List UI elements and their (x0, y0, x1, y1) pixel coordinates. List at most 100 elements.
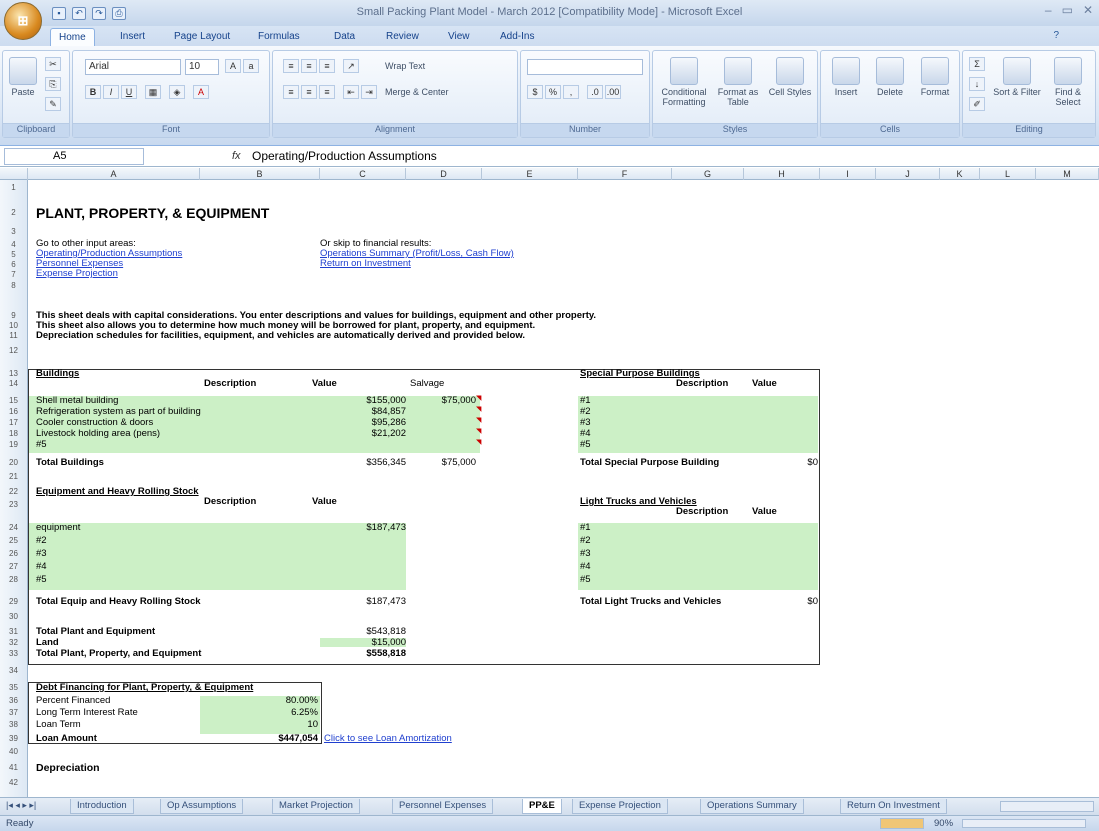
equipment-desc[interactable]: #5 (36, 575, 47, 585)
tab-insert[interactable]: Insert (112, 28, 153, 46)
row-header[interactable]: 42 (0, 778, 27, 788)
row-header[interactable]: 10 (0, 321, 27, 331)
delete-cells-button[interactable]: Delete (869, 57, 911, 97)
tab-formulas[interactable]: Formulas (250, 28, 308, 46)
align-left-icon[interactable]: ≡ (283, 85, 299, 99)
link-loan-amortization[interactable]: Click to see Loan Amortization (324, 734, 452, 744)
row-header[interactable]: 17 (0, 418, 27, 428)
column-header-f[interactable]: F (578, 168, 672, 180)
italic-icon[interactable]: I (103, 85, 119, 99)
currency-icon[interactable]: $ (527, 85, 543, 99)
worksheet-grid[interactable]: PLANT, PROPERTY, & EQUIPMENT Go to other… (28, 180, 1099, 797)
sheet-tab-return-on-investment[interactable]: Return On Investment (840, 799, 947, 814)
help-icon[interactable]: ? (1053, 30, 1059, 41)
fill-color-icon[interactable]: ◈ (169, 85, 185, 99)
tab-home[interactable]: Home (50, 28, 95, 46)
row-header[interactable]: 38 (0, 720, 27, 730)
bold-icon[interactable]: B (85, 85, 101, 99)
find-select-button[interactable]: Find & Select (1043, 57, 1093, 107)
orientation-icon[interactable]: ↗ (343, 59, 359, 73)
font-color-icon[interactable]: A (193, 85, 209, 99)
decrease-decimal-icon[interactable]: .00 (605, 85, 621, 99)
sheet-tab-expense-projection[interactable]: Expense Projection (572, 799, 668, 814)
building-desc[interactable]: Refrigeration system as part of building (36, 407, 201, 417)
tab-add-ins[interactable]: Add-Ins (492, 28, 542, 46)
row-header[interactable]: 15 (0, 396, 27, 406)
building-salvage[interactable]: $75,000 (406, 396, 476, 406)
sheet-tab-operations-summary[interactable]: Operations Summary (700, 799, 804, 814)
view-buttons[interactable] (880, 818, 924, 829)
sheet-tab-personnel-expenses[interactable]: Personnel Expenses (392, 799, 494, 814)
row-header[interactable]: 26 (0, 549, 27, 559)
link-return-on-investment[interactable]: Return on Investment (320, 259, 411, 269)
increase-indent-icon[interactable]: ⇥ (361, 85, 377, 99)
row-header[interactable]: 29 (0, 597, 27, 607)
borders-icon[interactable]: ▦ (145, 85, 161, 99)
percent-financed-value[interactable]: 80.00% (200, 696, 318, 706)
conditional-formatting-button[interactable]: Conditional Formatting (657, 57, 711, 107)
align-right-icon[interactable]: ≡ (319, 85, 335, 99)
align-center-icon[interactable]: ≡ (301, 85, 317, 99)
column-header-g[interactable]: G (672, 168, 744, 180)
truck-row[interactable]: #4 (580, 562, 591, 572)
row-header[interactable]: 25 (0, 536, 27, 546)
special-row[interactable]: #4 (580, 429, 591, 439)
row-header[interactable]: 5 (0, 250, 27, 260)
column-header-e[interactable]: E (482, 168, 578, 180)
building-value[interactable]: $95,286 (320, 418, 406, 428)
row-header[interactable]: 11 (0, 331, 27, 341)
sheet-tab-ppe[interactable]: PP&E (522, 799, 562, 814)
row-header[interactable]: 28 (0, 575, 27, 585)
column-header-c[interactable]: C (320, 168, 406, 180)
equipment-desc[interactable]: #4 (36, 562, 47, 572)
row-header[interactable]: 19 (0, 440, 27, 450)
format-cells-button[interactable]: Format (913, 57, 957, 97)
column-header-d[interactable]: D (406, 168, 482, 180)
minimize-icon[interactable]: – (1045, 3, 1052, 17)
sheet-tab-market-projection[interactable]: Market Projection (272, 799, 360, 814)
land-value[interactable]: $15,000 (320, 638, 406, 648)
building-desc[interactable]: #5 (36, 440, 47, 450)
comma-icon[interactable]: , (563, 85, 579, 99)
column-header-a[interactable]: A (28, 168, 200, 180)
row-header[interactable]: 7 (0, 270, 27, 280)
special-row[interactable]: #1 (580, 396, 591, 406)
truck-row[interactable]: #2 (580, 536, 591, 546)
sort-filter-button[interactable]: Sort & Filter (993, 57, 1041, 97)
building-value[interactable]: $21,202 (320, 429, 406, 439)
equipment-desc[interactable]: #3 (36, 549, 47, 559)
equipment-desc[interactable]: #2 (36, 536, 47, 546)
increase-decimal-icon[interactable]: .0 (587, 85, 603, 99)
align-top-icon[interactable]: ≡ (283, 59, 299, 73)
horizontal-scrollbar[interactable] (1000, 801, 1094, 812)
special-row[interactable]: #2 (580, 407, 591, 417)
loan-term-value[interactable]: 10 (200, 720, 318, 730)
maximize-icon[interactable]: ▭ (1062, 3, 1073, 17)
office-button[interactable]: ⊞ (4, 2, 42, 40)
copy-icon[interactable]: ⎘ (45, 77, 61, 91)
row-header[interactable]: 23 (0, 500, 27, 510)
font-name-select[interactable]: Arial (85, 59, 181, 75)
align-bottom-icon[interactable]: ≡ (319, 59, 335, 73)
comment-indicator[interactable]: ◥ (476, 416, 481, 426)
comment-indicator[interactable]: ◥ (476, 427, 481, 437)
row-header[interactable]: 36 (0, 696, 27, 706)
truck-row[interactable]: #3 (580, 549, 591, 559)
formula-content[interactable]: Operating/Production Assumptions (252, 149, 437, 163)
row-header[interactable]: 31 (0, 627, 27, 637)
column-header-i[interactable]: I (820, 168, 876, 180)
link-expense-projection[interactable]: Expense Projection (36, 269, 118, 279)
truck-row[interactable]: #1 (580, 523, 591, 533)
row-header[interactable]: 16 (0, 407, 27, 417)
column-header-h[interactable]: H (744, 168, 820, 180)
grow-font-icon[interactable]: A (225, 59, 241, 73)
row-header[interactable]: 20 (0, 458, 27, 468)
column-header-l[interactable]: L (980, 168, 1036, 180)
fill-icon[interactable]: ↓ (969, 77, 985, 91)
merge-center-button[interactable]: Merge & Center (385, 87, 449, 97)
comment-indicator[interactable]: ◥ (476, 438, 481, 448)
column-header-j[interactable]: J (876, 168, 940, 180)
row-header[interactable]: 41 (0, 763, 27, 773)
align-middle-icon[interactable]: ≡ (301, 59, 317, 73)
sheet-tab-op-assumptions[interactable]: Op Assumptions (160, 799, 244, 814)
